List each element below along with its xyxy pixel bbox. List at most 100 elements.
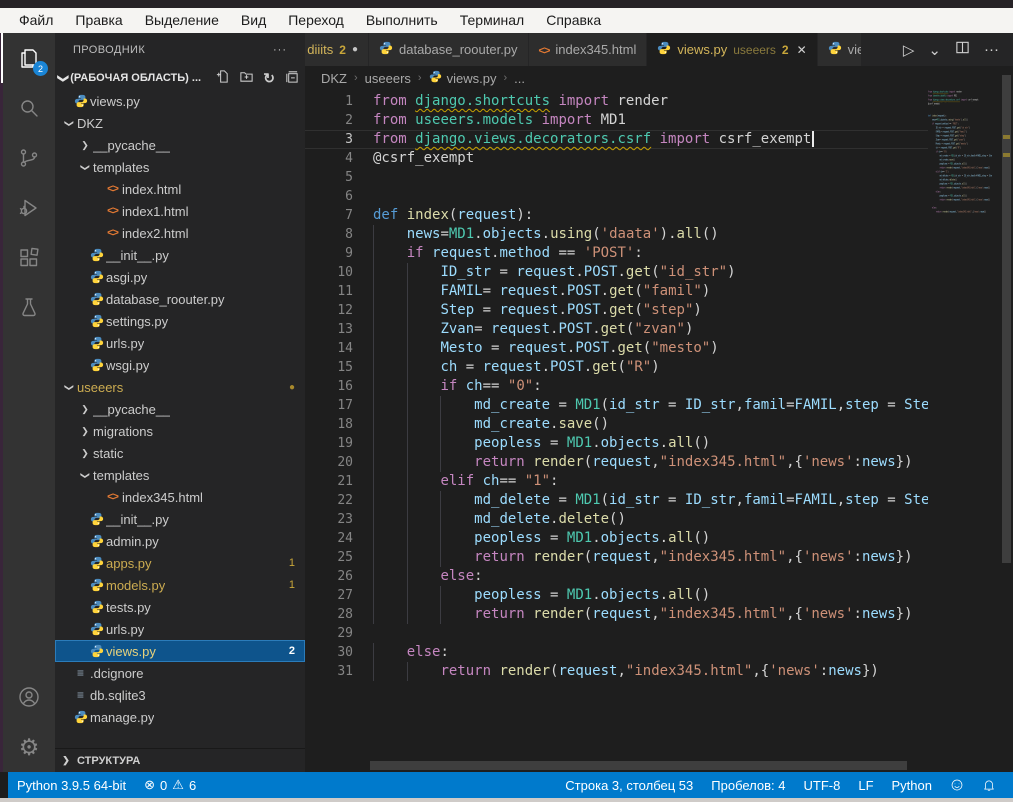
run-dropdown[interactable]: ⌄ xyxy=(928,41,941,59)
code-line-30[interactable]: 30 else: xyxy=(305,643,928,662)
run-button[interactable]: ▷ xyxy=(903,41,915,59)
notifications-bell-icon[interactable] xyxy=(973,772,1005,798)
tree-item-tests.py[interactable]: tests.py xyxy=(55,596,305,618)
account-icon[interactable] xyxy=(3,672,55,722)
tree-item-settings.py[interactable]: settings.py xyxy=(55,310,305,332)
tree-item-apps.py[interactable]: apps.py1 xyxy=(55,552,305,574)
tree-item-templates[interactable]: ❯templates xyxy=(55,156,305,178)
code-line-21[interactable]: 21 elif ch== "1": xyxy=(305,472,928,491)
modified-dot-icon[interactable]: ● xyxy=(352,44,358,55)
close-icon[interactable]: ✕ xyxy=(797,43,807,57)
code-line-17[interactable]: 17 md_create = MD1(id_str = ID_str,famil… xyxy=(305,396,928,415)
tree-item-asgi.py[interactable]: asgi.py xyxy=(55,266,305,288)
tree-item-admin.py[interactable]: admin.py xyxy=(55,530,305,552)
tree-item-views.py[interactable]: views.py xyxy=(55,90,305,112)
vertical-scrollbar[interactable] xyxy=(1002,75,1011,563)
tree-item-index2.html[interactable]: <>index2.html xyxy=(55,222,305,244)
tree-item-DKZ[interactable]: ❯DKZ xyxy=(55,112,305,134)
tree-item-__pycache__[interactable]: ❯__pycache__ xyxy=(55,134,305,156)
code-line-26[interactable]: 26 else: xyxy=(305,567,928,586)
tab-vie[interactable]: vie xyxy=(818,33,862,66)
minimap[interactable]: from django.shortcuts import renderfrom … xyxy=(928,90,1000,772)
code-line-8[interactable]: 8 news=MD1.objects.using('daata').all() xyxy=(305,225,928,244)
search-icon[interactable] xyxy=(3,83,55,133)
tree-item-index345.html[interactable]: <>index345.html xyxy=(55,486,305,508)
code-line-25[interactable]: 25 return render(request,"index345.html"… xyxy=(305,548,928,567)
tree-item-static[interactable]: ❯static xyxy=(55,442,305,464)
tree-item-useeers[interactable]: ❯useeers● xyxy=(55,376,305,398)
menu-Выполнить[interactable]: Выполнить xyxy=(355,8,449,33)
tree-item-views.py[interactable]: views.py2 xyxy=(55,640,305,662)
tree-item-__pycache__[interactable]: ❯__pycache__ xyxy=(55,398,305,420)
tree-item-__init__.py[interactable]: __init__.py xyxy=(55,244,305,266)
menu-Вид[interactable]: Вид xyxy=(230,8,277,33)
source-control-icon[interactable] xyxy=(3,133,55,183)
tab-diiits[interactable]: diiits2● xyxy=(305,33,369,66)
tree-item-db.sqlite3[interactable]: ≡db.sqlite3 xyxy=(55,684,305,706)
tab-database_roouter.py[interactable]: database_roouter.py xyxy=(369,33,529,66)
code-line-12[interactable]: 12 Step = request.POST.get("step") xyxy=(305,301,928,320)
code-line-16[interactable]: 16 if ch== "0": xyxy=(305,377,928,396)
code-editor[interactable]: 1from django.shortcuts import render2fro… xyxy=(305,90,1013,772)
tree-item-.dcignore[interactable]: ≡.dcignore xyxy=(55,662,305,684)
workspace-section-header[interactable]: ❯ (РАБОЧАЯ ОБЛАСТЬ) ... ↻ xyxy=(55,66,305,90)
cursor-position[interactable]: Строка 3, столбец 53 xyxy=(556,772,702,798)
python-interpreter[interactable]: Python 3.9.5 64-bit xyxy=(8,772,135,798)
tree-item-index1.html[interactable]: <>index1.html xyxy=(55,200,305,222)
tree-item-models.py[interactable]: models.py1 xyxy=(55,574,305,596)
breadcrumb-item-useeers[interactable]: useeers xyxy=(365,71,411,86)
menu-Правка[interactable]: Правка xyxy=(64,8,133,33)
code-line-19[interactable]: 19 peopless = MD1.objects.all() xyxy=(305,434,928,453)
code-line-23[interactable]: 23 md_delete.delete() xyxy=(305,510,928,529)
run-debug-icon[interactable] xyxy=(3,183,55,233)
menu-Файл[interactable]: Файл xyxy=(8,8,64,33)
code-line-10[interactable]: 10 ID_str = request.POST.get("id_str") xyxy=(305,263,928,282)
explorer-more-actions[interactable]: ··· xyxy=(273,44,287,56)
code-line-7[interactable]: 7def index(request): xyxy=(305,206,928,225)
tree-item-migrations[interactable]: ❯migrations xyxy=(55,420,305,442)
code-line-9[interactable]: 9 if request.method == 'POST': xyxy=(305,244,928,263)
code-line-1[interactable]: 1from django.shortcuts import render xyxy=(305,92,928,111)
tree-item-database_roouter.py[interactable]: database_roouter.py xyxy=(55,288,305,310)
code-line-27[interactable]: 27 peopless = MD1.objects.all() xyxy=(305,586,928,605)
encoding[interactable]: UTF-8 xyxy=(795,772,850,798)
code-line-22[interactable]: 22 md_delete = MD1(id_str = ID_str,famil… xyxy=(305,491,928,510)
tree-item-templates[interactable]: ❯templates xyxy=(55,464,305,486)
code-line-15[interactable]: 15 ch = request.POST.get("R") xyxy=(305,358,928,377)
code-line-2[interactable]: 2from useeers.models import MD1 xyxy=(305,111,928,130)
tab-views.py[interactable]: views.pyuseeers2✕ xyxy=(647,33,817,66)
tree-item-manage.py[interactable]: manage.py xyxy=(55,706,305,728)
breadcrumb-item-DKZ[interactable]: DKZ xyxy=(321,71,347,86)
tree-item-urls.py[interactable]: urls.py xyxy=(55,618,305,640)
testing-icon[interactable] xyxy=(3,283,55,333)
eol[interactable]: LF xyxy=(849,772,882,798)
code-line-31[interactable]: 31 return render(request,"index345.html"… xyxy=(305,662,928,681)
tree-item-index.html[interactable]: <>index.html xyxy=(55,178,305,200)
menu-Выделение[interactable]: Выделение xyxy=(134,8,230,33)
code-line-20[interactable]: 20 return render(request,"index345.html"… xyxy=(305,453,928,472)
more-actions-button[interactable]: ··· xyxy=(984,41,999,58)
code-line-3[interactable]: 3from django.views.decorators.csrf impor… xyxy=(305,130,928,149)
tree-item-urls.py[interactable]: urls.py xyxy=(55,332,305,354)
horizontal-scrollbar[interactable] xyxy=(370,761,907,770)
split-editor-button[interactable] xyxy=(955,40,970,59)
code-line-24[interactable]: 24 peopless = MD1.objects.all() xyxy=(305,529,928,548)
code-line-14[interactable]: 14 Mesto = request.POST.get("mesto") xyxy=(305,339,928,358)
code-line-5[interactable]: 5 xyxy=(305,168,928,187)
menu-Терминал[interactable]: Терминал xyxy=(449,8,535,33)
language-mode[interactable]: Python xyxy=(883,772,941,798)
outline-section-header[interactable]: ❯ СТРУКТУРА xyxy=(55,748,305,772)
extensions-icon[interactable] xyxy=(3,233,55,283)
tree-item-wsgi.py[interactable]: wsgi.py xyxy=(55,354,305,376)
settings-gear-icon[interactable]: ⚙ xyxy=(3,722,55,772)
code-line-29[interactable]: 29 xyxy=(305,624,928,643)
menu-Переход[interactable]: Переход xyxy=(277,8,355,33)
menu-Справка[interactable]: Справка xyxy=(535,8,612,33)
indentation[interactable]: Пробелов: 4 xyxy=(702,772,794,798)
feedback-icon[interactable] xyxy=(941,772,973,798)
files-icon[interactable]: 2 xyxy=(1,33,55,83)
code-line-4[interactable]: 4@csrf_exempt xyxy=(305,149,928,168)
breadcrumb-item-views.py[interactable]: views.py xyxy=(429,70,497,86)
code-line-11[interactable]: 11 FAMIL= request.POST.get("famil") xyxy=(305,282,928,301)
breadcrumb-item-...[interactable]: ... xyxy=(514,71,525,86)
